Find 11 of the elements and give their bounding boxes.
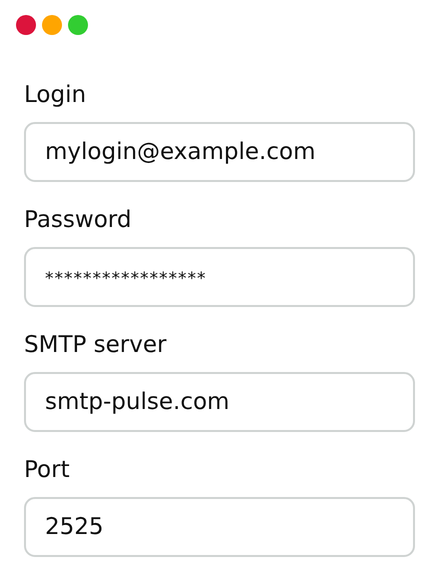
input-field[interactable]: ***************** [24, 247, 415, 307]
close-button[interactable] [16, 15, 36, 35]
field-label: SMTP server [24, 331, 166, 360]
field-label: Password [24, 206, 132, 235]
field-label: Login [24, 81, 86, 110]
input-field[interactable]: smtp-pulse.com [24, 372, 415, 432]
field-label: Port [24, 456, 70, 485]
minimize-button[interactable] [42, 15, 62, 35]
input-field[interactable]: mylogin@example.com [24, 122, 415, 182]
maximize-button[interactable] [68, 15, 88, 35]
input-field[interactable]: 2525 [24, 497, 415, 557]
